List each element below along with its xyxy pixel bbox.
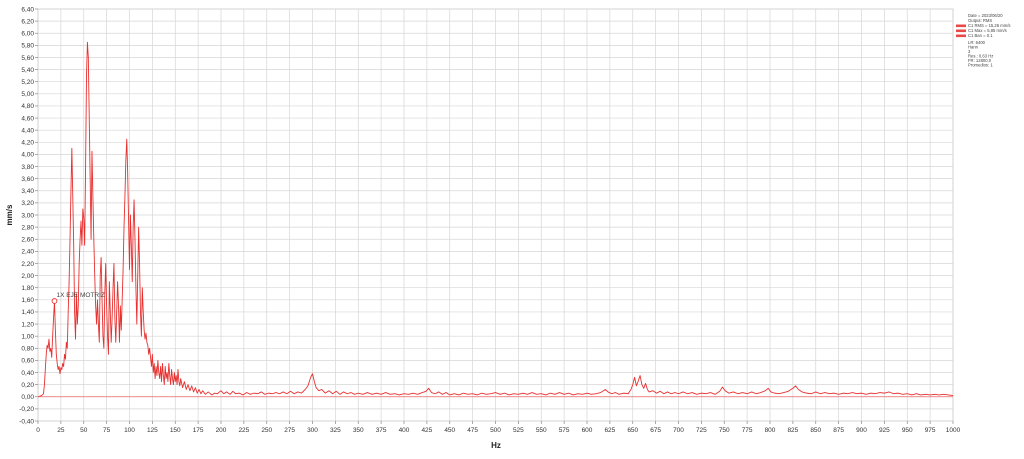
y-tick-label: 1,80 (21, 285, 34, 292)
x-tick-label: 275 (284, 427, 295, 434)
y-tick-label: 5,40 (21, 67, 34, 74)
x-tick-label: 300 (307, 427, 318, 434)
x-tick-label: 850 (810, 427, 821, 434)
y-tick-label: 5,80 (21, 43, 34, 50)
legend-swatch-max (956, 29, 966, 33)
x-tick-label: 700 (673, 427, 684, 434)
y-tick-label: 5,20 (21, 79, 34, 86)
x-tick-label: 575 (559, 427, 570, 434)
x-tick-label: 100 (124, 427, 135, 434)
x-tick-label: 150 (170, 427, 181, 434)
y-tick-label: 0,40 (21, 370, 34, 377)
legend-swatch-rms (956, 24, 966, 28)
annotation-label: 1X EJE MOTRIZ (56, 292, 104, 299)
x-tick-label: 175 (193, 427, 204, 434)
x-tick-label: 225 (238, 427, 249, 434)
x-tick-label: 600 (582, 427, 593, 434)
legend-entry-band[interactable]: C1 Ban = 0.1 (968, 33, 993, 38)
y-axis-title: mm/s (5, 204, 14, 225)
spectrum-chart: 6,40 6,20 6,00 5,80 5,60 5,40 5,20 5,00 4,80 4,60… (0, 0, 1024, 454)
x-tick-label: 625 (604, 427, 615, 434)
y-tick-label: 0,60 (21, 358, 34, 365)
annotation-marker[interactable] (51, 298, 58, 304)
y-tick-label: 3,20 (21, 200, 34, 207)
y-tick-label: 1,20 (21, 321, 34, 328)
x-tick-label: 525 (513, 427, 524, 434)
grid (37, 8, 954, 422)
y-tick-label: 2,20 (21, 261, 34, 268)
x-tick-label: 500 (490, 427, 501, 434)
y-tick-label: 6,20 (21, 18, 34, 25)
x-tick-label: 925 (879, 427, 890, 434)
x-tick-label: 75 (103, 427, 111, 434)
x-tick-label: 25 (57, 427, 65, 434)
x-tick-label: 475 (467, 427, 478, 434)
x-tick-label: 675 (650, 427, 661, 434)
x-tick-label: 750 (719, 427, 730, 434)
y-tick-label: 5,60 (21, 55, 34, 62)
y-tick-label: 3,40 (21, 188, 34, 195)
y-tick-label: 4,00 (21, 152, 34, 159)
x-tick-label: 425 (421, 427, 432, 434)
legend-swatch-band (956, 34, 966, 38)
y-tick-label: -0,40 (19, 418, 34, 425)
y-tick-label: 3,80 (21, 164, 34, 171)
y-tick-label: 6,40 (21, 6, 34, 13)
x-tick-label: 250 (261, 427, 272, 434)
y-tick-label: 5,00 (21, 91, 34, 98)
y-tick-label: 4,60 (21, 115, 34, 122)
chart-svg: 6,40 6,20 6,00 5,80 5,60 5,40 5,20 5,00 4,80 4,60… (0, 0, 1024, 454)
y-tick-label: 3,00 (21, 212, 34, 219)
x-tick-label: 1000 (946, 427, 961, 434)
y-tick-label: 4,40 (21, 127, 34, 134)
x-tick-label: 550 (536, 427, 547, 434)
x-tick-label: 0 (36, 427, 40, 434)
x-tick-label: 50 (80, 427, 88, 434)
x-tick-label: 650 (627, 427, 638, 434)
x-tick-label: 725 (696, 427, 707, 434)
x-tick-label: 350 (353, 427, 364, 434)
y-tick-label: 1,00 (21, 333, 34, 340)
y-tick-label: 1,60 (21, 297, 34, 304)
x-tick-label: 325 (330, 427, 341, 434)
y-tick-label: 0,00 (21, 394, 34, 401)
y-tick-label: 4,20 (21, 140, 34, 147)
y-tick-label: -0,20 (19, 406, 34, 413)
x-axis-title: Hz (491, 441, 501, 450)
x-tick-label: 125 (147, 427, 158, 434)
x-tick-label: 975 (925, 427, 936, 434)
x-tick-label: 875 (833, 427, 844, 434)
y-tick-label: 4,80 (21, 103, 34, 110)
x-tick-label: 800 (765, 427, 776, 434)
y-tick-label: 1,40 (21, 309, 34, 316)
y-tick-label: 2,60 (21, 237, 34, 244)
x-tick-label: 450 (444, 427, 455, 434)
x-tick-label: 900 (856, 427, 867, 434)
x-tick-label: 825 (787, 427, 798, 434)
y-tick-label: 6,00 (21, 31, 34, 38)
x-tick-label: 375 (376, 427, 387, 434)
x-tick-label: 775 (742, 427, 753, 434)
x-tick-label: 400 (399, 427, 410, 434)
y-tick-label: 2,40 (21, 249, 34, 256)
y-tick-label: 0,80 (21, 346, 34, 353)
legend-info-averages: Promedios: 1 (968, 63, 993, 68)
y-tick-label: 3,60 (21, 176, 34, 183)
y-tick-label: 2,00 (21, 273, 34, 280)
x-tick-label: 200 (216, 427, 227, 434)
y-tick-label: 2,80 (21, 224, 34, 231)
y-tick-label: 0,20 (21, 382, 34, 389)
x-tick-label: 950 (902, 427, 913, 434)
